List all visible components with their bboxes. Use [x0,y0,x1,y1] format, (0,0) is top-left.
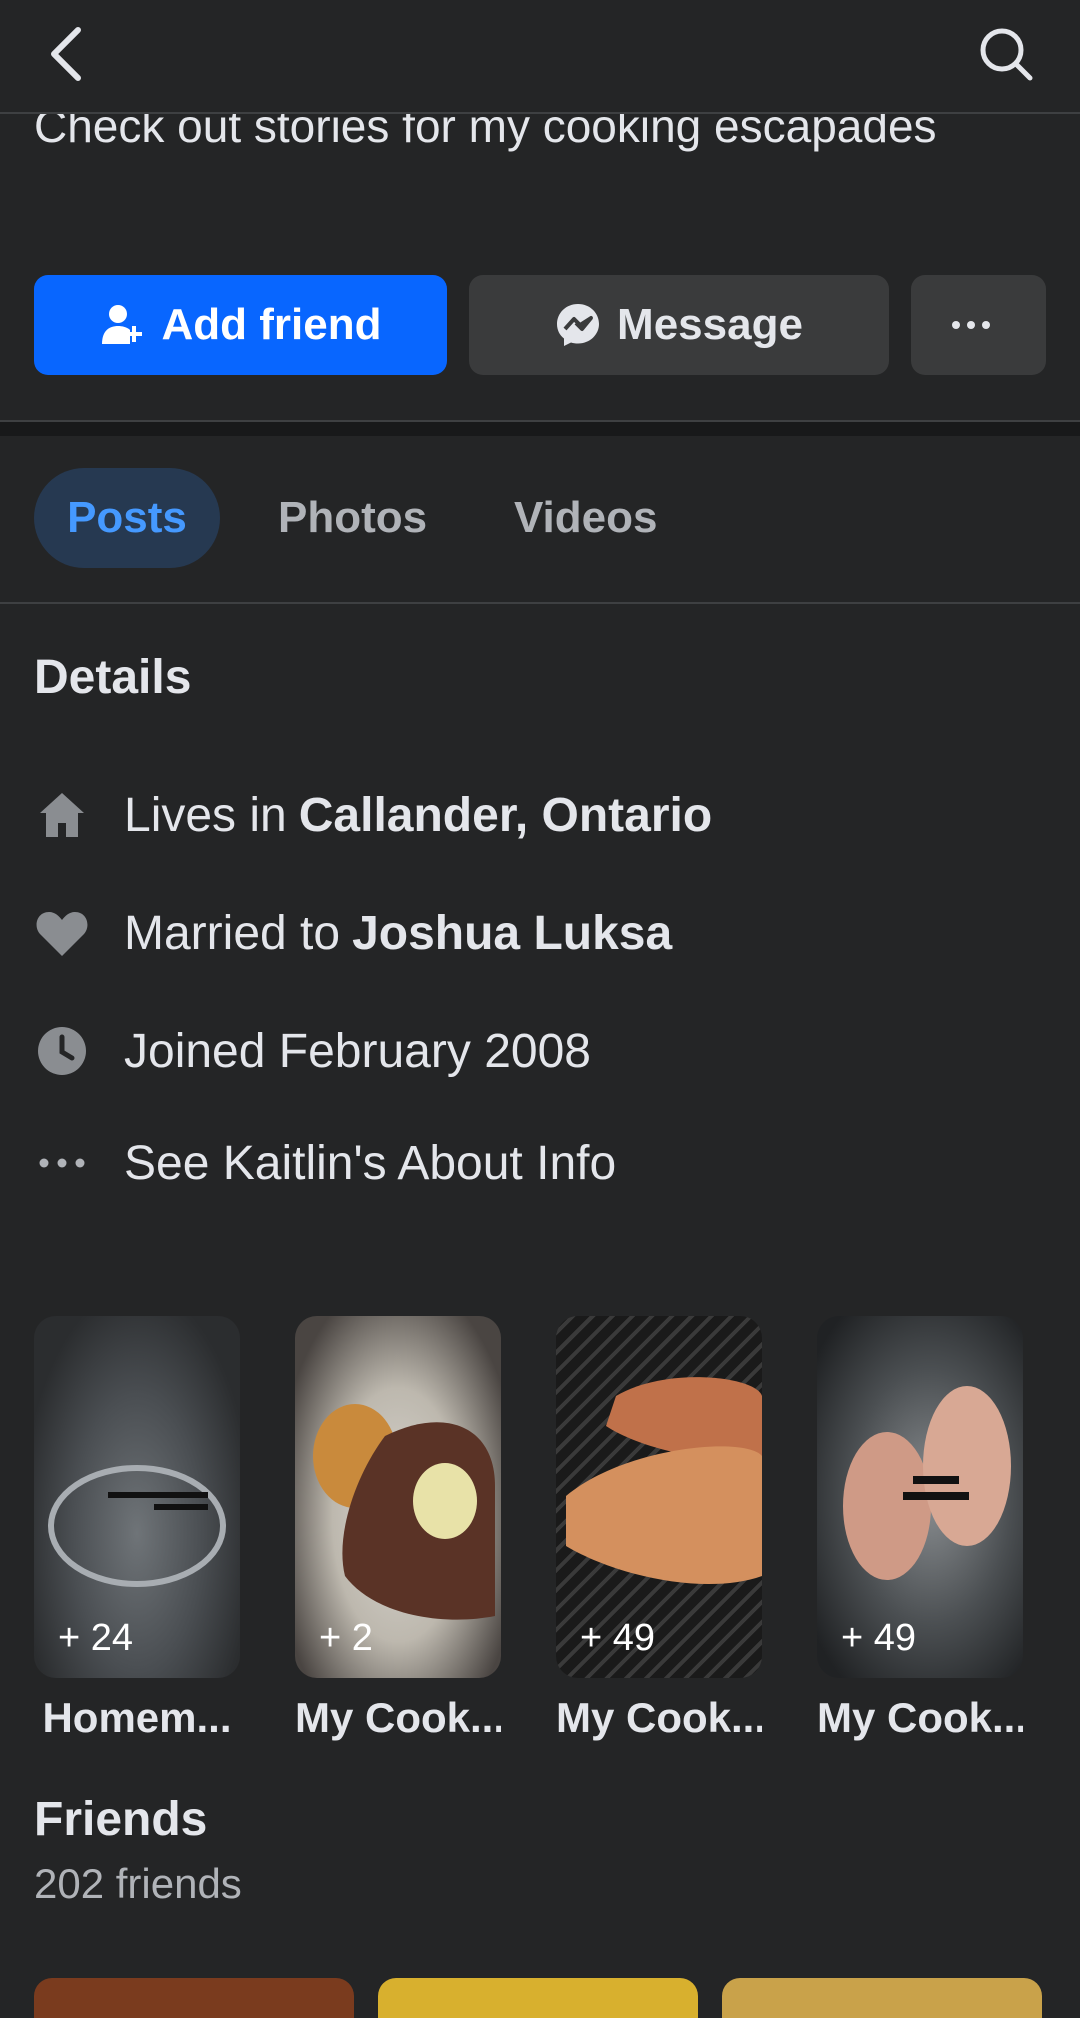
story-highlights: + 24 Homem... + 2 My Cook... + 49 My Coo… [34,1316,1080,1756]
see-about-text: See Kaitlin's About Info [124,1136,617,1190]
profile-action-row: Add friend Message [34,275,1046,375]
message-label: Message [617,300,803,349]
detail-married-to[interactable]: Married to Joshua Luksa [34,898,1034,968]
story-count: + 49 [580,1617,656,1659]
detail-see-about[interactable]: See Kaitlin's About Info [34,1128,1034,1198]
story-highlight[interactable]: + 49 My Cook... [817,1316,1023,1742]
message-button[interactable]: Message [469,275,889,375]
story-count: + 2 [319,1617,373,1659]
friends-title: Friends [34,1793,208,1846]
story-thumbnail: + 2 [295,1316,501,1678]
more-options-button[interactable] [911,275,1046,375]
search-icon[interactable] [976,24,1036,84]
story-label: Homem... [42,1694,232,1741]
add-person-icon [101,305,142,344]
story-highlight[interactable]: + 49 My Cook... [556,1316,762,1742]
lives-prefix: Lives in [124,788,287,842]
add-friend-label: Add friend [161,300,382,349]
messenger-icon [557,304,600,346]
back-arrow-icon[interactable] [44,24,92,84]
story-highlight[interactable]: + 2 My Cook... [295,1316,501,1742]
dots-icon [951,321,990,329]
tab-posts[interactable]: Posts [34,468,220,568]
details-title: Details [34,651,192,704]
story-count: + 24 [58,1617,134,1659]
detail-joined: Joined February 2008 [34,1016,1034,1086]
clock-icon [34,1023,90,1079]
dots-icon [34,1135,90,1191]
friends-count: 202 friends [34,1860,242,1907]
friend-thumbnail[interactable] [722,1978,1042,2018]
add-friend-button[interactable]: Add friend [34,275,447,375]
story-thumbnail: + 49 [556,1316,762,1678]
story-label: My Cook... [556,1694,762,1741]
story-label: My Cook... [295,1694,501,1741]
friend-thumbnail[interactable] [378,1978,698,2018]
story-highlight[interactable]: + 24 Homem... [34,1316,240,1742]
story-label: My Cook... [817,1694,1023,1741]
friend-thumbnail[interactable] [34,1978,354,2018]
heart-icon [34,905,90,961]
story-thumbnail: + 49 [817,1316,1023,1678]
profile-tabs: Posts Photos Videos [0,434,1080,604]
story-count: + 49 [841,1617,917,1659]
lives-value: Callander, Ontario [298,788,713,842]
story-thumbnail: + 24 [34,1316,240,1678]
tab-photos[interactable]: Photos [278,468,427,568]
married-value: Joshua Luksa [352,906,673,960]
home-icon [34,787,90,843]
detail-lives-in[interactable]: Lives in Callander, Ontario [34,780,1034,850]
joined-text: Joined February 2008 [124,1024,591,1078]
tab-videos[interactable]: Videos [514,468,657,568]
top-bar [0,0,1080,114]
married-prefix: Married to [124,906,341,960]
